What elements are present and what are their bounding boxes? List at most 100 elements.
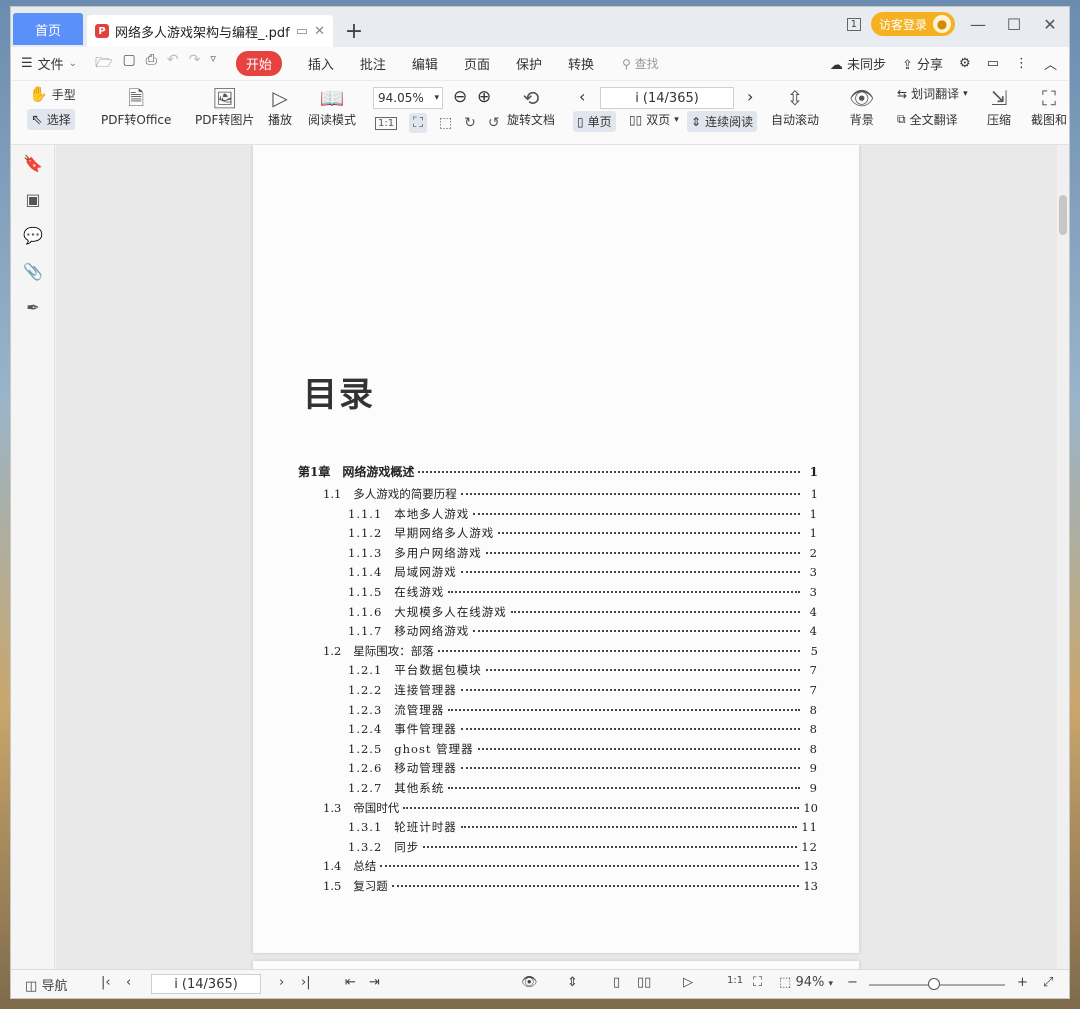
back-icon[interactable]: ⇤ (345, 975, 356, 990)
fullscreen-icon[interactable]: ⤢ (1043, 975, 1053, 990)
menu-protect[interactable]: 保护 (516, 54, 542, 73)
next-page-status-icon[interactable]: › (279, 975, 284, 990)
toc-entry[interactable]: 1.1.7 移动网络游戏 4 (298, 623, 818, 643)
screenshot-button[interactable]: ⛶ 截图和 (1031, 85, 1067, 128)
continuous-status-icon[interactable]: ⇕ (567, 975, 578, 990)
menu-insert[interactable]: 插入 (308, 54, 334, 73)
auto-scroll-button[interactable]: ⇳ 自动滚动 (771, 85, 819, 128)
thumbnail-icon[interactable]: ▣ (11, 181, 55, 217)
hand-tool[interactable]: ✋ 手型 (29, 85, 76, 103)
customize-icon[interactable]: ▿ (210, 52, 216, 76)
home-tab[interactable]: 首页 (13, 13, 83, 45)
menu-convert[interactable]: 转换 (568, 54, 594, 73)
close-window-icon[interactable]: ✕ (1037, 15, 1063, 34)
rotate-left-icon[interactable]: ↺ (488, 115, 500, 131)
document-tab[interactable]: P 网络多人游戏架构与编程_.pdf ▭ ✕ (87, 15, 333, 47)
prev-page-status-icon[interactable]: ‹ (126, 975, 131, 990)
eye-protect-icon[interactable]: 👁 (521, 975, 538, 990)
rotate-document-button[interactable]: ⟲ 旋转文档 (507, 85, 555, 128)
actual-size-icon[interactable]: 1:1 (375, 116, 398, 130)
toc-entry[interactable]: 1.1.3 多用户网络游戏 2 (298, 545, 818, 565)
fit-page-icon[interactable]: ⛶ (409, 113, 427, 133)
toc-entry[interactable]: 1.2.7 其他系统 9 (298, 780, 818, 800)
zoom-in-icon[interactable]: ⊕ (477, 87, 491, 107)
pin-icon[interactable]: ▭ (296, 24, 308, 39)
bookmark-icon[interactable]: 🔖 (11, 145, 55, 181)
page-indicator-icon[interactable]: 1 (846, 17, 861, 31)
word-translate-button[interactable]: ⇆ 划词翻译 ▾ (897, 85, 968, 102)
full-translate-button[interactable]: ⧉ 全文翻译 (897, 111, 958, 128)
single-page-button[interactable]: ▯ 单页 (573, 111, 616, 132)
toc-entry[interactable]: 1.1.1 本地多人游戏 1 (298, 506, 818, 526)
signature-icon[interactable]: ✒ (11, 289, 55, 325)
toc-entry[interactable]: 1.2.6 移动管理器 9 (298, 760, 818, 780)
menu-start[interactable]: 开始 (235, 51, 282, 76)
toc-entry[interactable]: 1.4 总结 13 (298, 858, 818, 878)
toc-entry[interactable]: 1.3.2 同步 12 (298, 839, 818, 859)
login-button[interactable]: 访客登录 ● (870, 12, 955, 36)
settings-icon[interactable]: ⚙ (959, 56, 971, 71)
actual-size-status-icon[interactable]: 1:1 (727, 975, 743, 986)
zoom-slider-knob[interactable] (927, 978, 940, 990)
zoom-select[interactable]: 94.05% ▾ (373, 87, 443, 109)
play-status-icon[interactable]: ▷ (683, 975, 693, 990)
last-page-icon[interactable]: ›| (301, 975, 311, 990)
zoom-slider[interactable] (869, 978, 1005, 990)
scroll-thumb[interactable] (1059, 195, 1067, 235)
attachment-icon[interactable]: 📎 (11, 253, 55, 289)
toc-entry[interactable]: 1.2.3 流管理器 8 (298, 702, 818, 722)
toc-entry[interactable]: 1.1.5 在线游戏 3 (298, 584, 818, 604)
menu-page[interactable]: 页面 (464, 54, 490, 73)
toc-entry[interactable]: 1.2.1 平台数据包模块 7 (298, 662, 818, 682)
minimize-icon[interactable]: — (965, 15, 991, 34)
toc-entry[interactable]: 1.2.2 连接管理器 7 (298, 682, 818, 702)
open-folder-icon[interactable]: 🗁 (95, 52, 112, 76)
next-page-icon[interactable]: › (747, 87, 753, 106)
pdf-to-office-button[interactable]: 🗎 PDF转Office (101, 85, 171, 128)
close-tab-icon[interactable]: ✕ (314, 24, 325, 39)
zoom-out-icon[interactable]: ⊖ (453, 87, 467, 107)
search-box[interactable]: ⚲ 查找 (622, 55, 659, 72)
menu-annotate[interactable]: 批注 (360, 54, 386, 73)
compress-button[interactable]: ⇲ 压缩 (987, 85, 1011, 128)
file-menu[interactable]: ☰ 文件 ⌄ (21, 54, 77, 73)
toc-entry[interactable]: 第1章 网络游戏概述 1 (298, 463, 818, 486)
share-button[interactable]: ⇪ 分享 (902, 54, 943, 73)
toc-entry[interactable]: 1.3.1 轮班计时器 11 (298, 819, 818, 839)
zoom-status-select[interactable]: ⬚ 94% ▾ (779, 975, 833, 990)
toc-entry[interactable]: 1.2.5 ghost 管理器 8 (298, 741, 818, 761)
toc-entry[interactable]: 1.3 帝国时代 10 (298, 800, 818, 820)
toc-entry[interactable]: 1.2 星际围攻：部落 5 (298, 643, 818, 663)
save-icon[interactable]: ▢ (122, 52, 135, 76)
continuous-read-button[interactable]: ⇕ 连续阅读 (687, 111, 758, 132)
page-number-input[interactable]: i (14/365) (600, 87, 734, 109)
double-page-status-icon[interactable]: ▯▯ (637, 975, 651, 990)
toc-entry[interactable]: 1.2.4 事件管理器 8 (298, 721, 818, 741)
toc-entry[interactable]: 1.1.2 早期网络多人游戏 1 (298, 525, 818, 545)
forward-icon[interactable]: ⇥ (369, 975, 380, 990)
comment-panel-icon[interactable]: 💬 (11, 217, 55, 253)
menu-edit[interactable]: 编辑 (412, 54, 438, 73)
zoom-in-status-icon[interactable]: + (1017, 975, 1028, 990)
fit-width-icon[interactable]: ⬚ (439, 115, 452, 131)
pdf-to-image-button[interactable]: 🖼 PDF转图片 (195, 85, 254, 128)
toc-entry[interactable]: 1.1.4 局域网游戏 3 (298, 564, 818, 584)
prev-page-icon[interactable]: ‹ (579, 87, 585, 106)
maximize-icon[interactable]: ☐ (1001, 15, 1027, 34)
sync-button[interactable]: ☁ 未同步 (830, 54, 886, 73)
nav-toggle[interactable]: ◫ 导航 (25, 975, 67, 994)
document-canvas[interactable]: 目录 第1章 网络游戏概述 1 1.1 多人游戏的简要历程 1 1.1.1 本地多人游戏 1 1.… (56, 145, 1059, 971)
single-page-status-icon[interactable]: ▯ (613, 975, 620, 990)
status-page-input[interactable]: i (14/365) (151, 974, 261, 994)
toc-entry[interactable]: 1.5 复习题 13 (298, 878, 818, 898)
background-button[interactable]: 👁 背景 (849, 85, 874, 128)
read-mode-button[interactable]: 📖 阅读模式 (308, 85, 356, 128)
rotate-right-icon[interactable]: ↻ (464, 115, 476, 131)
double-page-button[interactable]: ▯▯ 双页 ▾ (629, 111, 679, 128)
toc-entry[interactable]: 1.1.6 大规模多人在线游戏 4 (298, 604, 818, 624)
zoom-out-status-icon[interactable]: − (847, 975, 858, 990)
toc-entry[interactable]: 1.1 多人游戏的简要历程 1 (298, 486, 818, 506)
undo-icon[interactable]: ↶ (167, 52, 179, 76)
first-page-icon[interactable]: |‹ (101, 975, 111, 990)
print-icon[interactable]: ⎙ (146, 52, 157, 76)
